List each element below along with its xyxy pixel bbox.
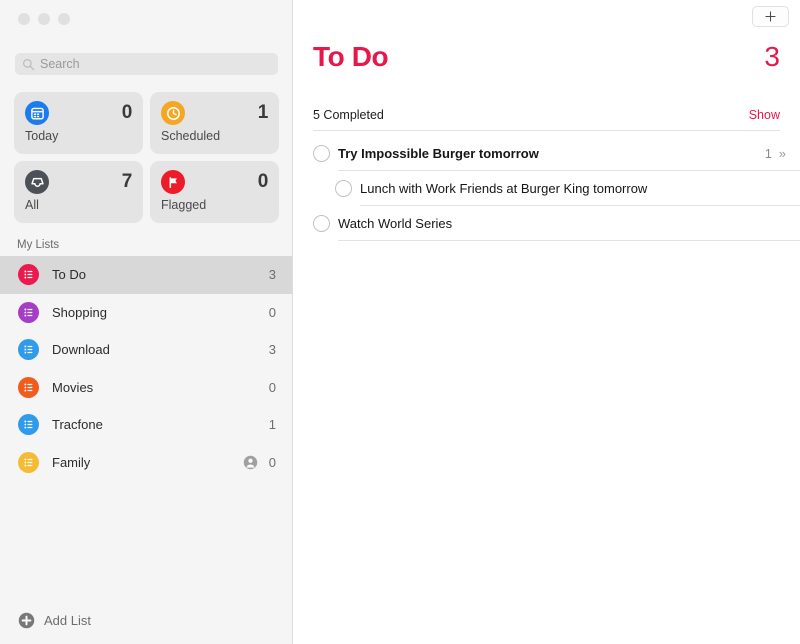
list-header: To Do 3 <box>313 43 780 71</box>
smart-lists-grid: 0 Today 1 Scheduled 7 All 0 Flagged <box>14 92 279 223</box>
tray-icon <box>25 170 49 194</box>
shared-person-icon[interactable] <box>243 455 258 470</box>
sidebar-item-family[interactable]: Family 0 <box>0 444 292 482</box>
close-button[interactable] <box>18 13 30 25</box>
list-icon <box>18 451 39 473</box>
calendar-icon <box>25 101 49 125</box>
smart-list-scheduled-top: 1 <box>161 101 268 125</box>
reminders-window: 0 Today 1 Scheduled <box>0 0 800 644</box>
page-count: 3 <box>764 41 780 72</box>
list-icon <box>18 414 39 436</box>
smart-list-scheduled-count: 1 <box>257 102 269 123</box>
completed-label: 5 Completed <box>313 108 384 122</box>
sidebar-item-label: Download <box>52 342 110 358</box>
smart-list-all-top: 7 <box>25 170 132 194</box>
list-icon <box>18 264 39 286</box>
sidebar-item-label: Tracfone <box>52 417 103 433</box>
my-lists: To Do 3 Shopping 0 Download 3 Movies 0 T… <box>0 256 292 481</box>
plus-icon <box>765 11 776 22</box>
smart-list-all-label: All <box>25 198 39 212</box>
list-icon <box>18 301 39 323</box>
reminder-meta: 1 » <box>765 147 800 161</box>
reminder-checkbox[interactable] <box>313 215 330 232</box>
sidebar-item-count: 3 <box>268 342 276 358</box>
smart-list-today-count: 0 <box>121 102 133 123</box>
reminder-row[interactable]: Try Impossible Burger tomorrow 1 » <box>313 136 800 171</box>
sidebar-item-shopping[interactable]: Shopping 0 <box>0 294 292 332</box>
list-icon <box>18 376 39 398</box>
smart-list-all-count: 7 <box>121 171 133 192</box>
reminders-list: Try Impossible Burger tomorrow 1 » Lunch… <box>313 136 800 241</box>
smart-list-today[interactable]: 0 Today <box>14 92 143 154</box>
smart-list-today-label: Today <box>25 129 59 143</box>
sidebar: 0 Today 1 Scheduled <box>0 0 293 644</box>
add-list-button[interactable]: Add List <box>18 612 91 629</box>
add-list-label: Add List <box>44 613 91 628</box>
search-field[interactable] <box>15 53 278 75</box>
plus-circle-icon <box>18 612 35 629</box>
add-reminder-button[interactable] <box>752 6 789 27</box>
smart-list-scheduled-label: Scheduled <box>161 129 221 143</box>
reminder-subtask-count: 1 <box>764 146 772 161</box>
sidebar-item-label: Family <box>52 454 91 470</box>
reminder-row[interactable]: Watch World Series <box>313 206 800 241</box>
reminder-title: Try Impossible Burger tomorrow <box>338 146 539 161</box>
smart-list-scheduled[interactable]: 1 Scheduled <box>150 92 279 154</box>
reminder-checkbox[interactable] <box>313 145 330 162</box>
sidebar-item-count: 0 <box>268 454 276 470</box>
sidebar-item-count: 0 <box>268 379 276 395</box>
list-icon <box>18 339 39 361</box>
sidebar-item-label: Movies <box>52 379 94 395</box>
my-lists-header: My Lists <box>17 239 60 251</box>
reminder-title: Watch World Series <box>338 216 453 231</box>
reminder-title: Lunch with Work Friends at Burger King t… <box>360 181 648 196</box>
sidebar-item-to-do[interactable]: To Do 3 <box>0 256 292 294</box>
show-completed-button[interactable]: Show <box>749 108 780 122</box>
reminder-row[interactable]: Lunch with Work Friends at Burger King t… <box>313 171 800 206</box>
row-separator <box>338 240 800 241</box>
sidebar-item-tracfone[interactable]: Tracfone 1 <box>0 406 292 444</box>
sidebar-item-label: Shopping <box>52 304 107 320</box>
chevron-right-icon[interactable]: » <box>779 147 786 160</box>
sidebar-item-count: 1 <box>268 417 276 433</box>
sidebar-item-count: 0 <box>268 304 276 320</box>
smart-list-flagged[interactable]: 0 Flagged <box>150 161 279 223</box>
smart-list-today-top: 0 <box>25 101 132 125</box>
completed-row: 5 Completed Show <box>313 108 780 131</box>
window-traffic-lights <box>18 13 70 25</box>
sidebar-item-label: To Do <box>52 267 86 283</box>
clock-icon <box>161 101 185 125</box>
reminder-checkbox[interactable] <box>335 180 352 197</box>
sidebar-item-movies[interactable]: Movies 0 <box>0 369 292 407</box>
sidebar-item-count: 3 <box>268 267 276 283</box>
main-content: To Do 3 5 Completed Show Try Impossible … <box>293 0 800 644</box>
minimize-button[interactable] <box>38 13 50 25</box>
sidebar-item-download[interactable]: Download 3 <box>0 331 292 369</box>
search-icon <box>23 58 35 70</box>
smart-list-flagged-count: 0 <box>257 171 269 192</box>
page-title: To Do <box>313 41 389 72</box>
flag-icon <box>161 170 185 194</box>
smart-list-flagged-top: 0 <box>161 170 268 194</box>
search-input[interactable] <box>40 57 271 71</box>
smart-list-all[interactable]: 7 All <box>14 161 143 223</box>
smart-list-flagged-label: Flagged <box>161 198 207 212</box>
zoom-button[interactable] <box>58 13 70 25</box>
